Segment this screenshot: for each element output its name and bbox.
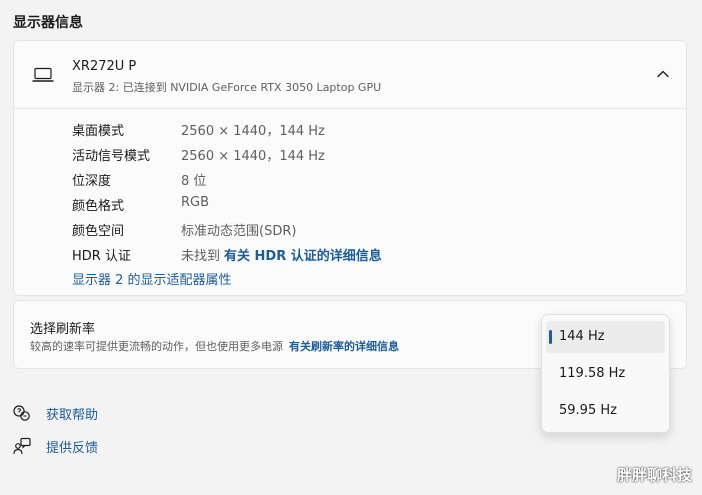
chevron-up-icon[interactable] (656, 67, 670, 81)
info-key: 颜色空间 (72, 224, 125, 239)
info-key: 位深度 (72, 174, 112, 189)
display-info-card: XR272U P 显示器 2: 已连接到 NVIDIA GeForce RTX … (13, 40, 687, 296)
refresh-option-59[interactable]: 59.95 Hz (546, 395, 665, 427)
info-value: RGB (181, 195, 210, 210)
refresh-option-label: 119.58 Hz (559, 366, 626, 381)
info-value: 8 位 (181, 174, 207, 189)
refresh-rate-title: 选择刷新率 (30, 322, 96, 337)
hdr-status: 未找到 (181, 249, 221, 264)
refresh-rate-dropdown[interactable]: 144 Hz 119.58 Hz 59.95 Hz (541, 314, 670, 433)
refresh-option-label: 144 Hz (559, 329, 605, 344)
refresh-rate-description-text: 较高的速率可提供更流畅的动作，但也使用更多电源 (30, 340, 283, 353)
refresh-rate-details-link[interactable]: 有关刷新率的详细信息 (289, 340, 399, 353)
info-key: 颜色格式 (72, 199, 125, 214)
info-value: 未找到 有关 HDR 认证的详细信息 (181, 245, 382, 264)
refresh-option-label: 59.95 Hz (559, 403, 617, 418)
info-key: HDR 认证 (72, 249, 131, 264)
adapter-properties-link[interactable]: 显示器 2 的显示适配器属性 (72, 269, 232, 288)
info-value: 2560 × 1440，144 Hz (181, 124, 325, 139)
info-value: 标准动态范围(SDR) (181, 224, 297, 239)
refresh-option-119[interactable]: 119.58 Hz (546, 358, 665, 390)
selection-indicator (549, 330, 552, 344)
display-name: XR272U P (72, 59, 137, 74)
info-key: 桌面模式 (72, 124, 125, 139)
refresh-rate-description: 较高的速率可提供更流畅的动作，但也使用更多电源 有关刷新率的详细信息 (30, 338, 399, 354)
watermark: 胖胖聊科技 (616, 466, 692, 484)
get-help-label: 获取帮助 (46, 408, 99, 423)
laptop-icon (32, 67, 54, 82)
feedback-label: 提供反馈 (46, 441, 99, 456)
info-value: 2560 × 1440，144 Hz (181, 149, 325, 164)
display-header[interactable]: XR272U P 显示器 2: 已连接到 NVIDIA GeForce RTX … (14, 41, 686, 109)
help-icon (13, 405, 30, 421)
hdr-details-link[interactable]: 有关 HDR 认证的详细信息 (224, 249, 382, 264)
feedback-icon (13, 437, 31, 455)
info-key: 活动信号模式 (72, 149, 151, 164)
display-subtitle: 显示器 2: 已连接到 NVIDIA GeForce RTX 3050 Lapt… (72, 81, 382, 94)
refresh-option-144[interactable]: 144 Hz (546, 321, 665, 353)
section-title: 显示器信息 (13, 15, 83, 31)
